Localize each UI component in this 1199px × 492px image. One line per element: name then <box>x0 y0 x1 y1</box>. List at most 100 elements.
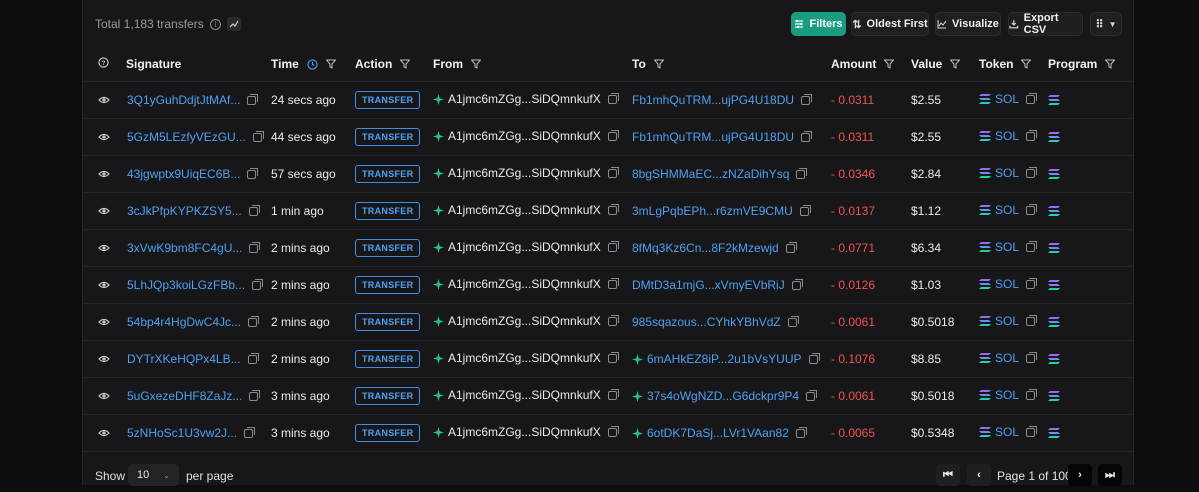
to-address[interactable]: 8bgSHMMaEC...zNZaDihYsq <box>632 167 789 181</box>
to-cell[interactable]: DMtD3a1mjG...xVmyEVbRiJ <box>632 278 803 292</box>
eye-icon[interactable] <box>98 242 110 254</box>
program-cell[interactable] <box>1048 354 1060 364</box>
copy-icon[interactable] <box>795 426 807 438</box>
filter-funnel-icon[interactable] <box>884 59 895 69</box>
from-cell[interactable]: A1jmc6mZGg...SiDQmnkufX <box>433 203 619 217</box>
signature-cell[interactable]: 3xVwK9bm8FC4gU... <box>127 241 261 255</box>
signature-cell[interactable]: 3cJkPfpKYPKZSY5... <box>127 204 260 218</box>
token-cell[interactable]: SOL <box>979 240 1038 254</box>
to-cell[interactable]: 6mAHkEZ8iP...2u1bVsYUUP <box>632 352 820 366</box>
program-cell[interactable] <box>1048 169 1060 179</box>
program-cell[interactable] <box>1048 132 1060 142</box>
token-symbol[interactable]: SOL <box>995 203 1019 217</box>
from-cell[interactable]: A1jmc6mZGg...SiDQmnkufX <box>433 351 619 365</box>
filter-funnel-icon[interactable] <box>400 59 411 69</box>
token-cell[interactable]: SOL <box>979 388 1038 402</box>
signature-cell[interactable]: 5GzM5LEzfyVEzGU... <box>127 130 264 144</box>
filter-funnel-icon[interactable] <box>950 59 961 69</box>
first-page-button[interactable]: ⏮ <box>936 464 960 486</box>
copy-icon[interactable] <box>252 278 264 290</box>
token-symbol[interactable]: SOL <box>995 314 1019 328</box>
signature-cell[interactable]: 43jgwptx9UiqEC6B... <box>127 167 259 181</box>
col-program[interactable]: Program <box>1048 57 1116 71</box>
to-address[interactable]: 37s4oWgNZD...G6dckpr9P4 <box>647 389 799 403</box>
copy-icon[interactable] <box>249 389 261 401</box>
signature-link[interactable]: 5GzM5LEzfyVEzGU... <box>127 130 246 144</box>
program-cell[interactable] <box>1048 391 1060 401</box>
token-cell[interactable]: SOL <box>979 92 1038 106</box>
to-address[interactable]: Fb1mhQuTRM...ujPG4U18DU <box>632 93 794 107</box>
token-symbol[interactable]: SOL <box>995 351 1019 365</box>
from-address[interactable]: A1jmc6mZGg...SiDQmnkufX <box>448 388 601 402</box>
from-cell[interactable]: A1jmc6mZGg...SiDQmnkufX <box>433 92 619 106</box>
filter-funnel-icon[interactable] <box>1021 59 1032 69</box>
col-to[interactable]: To <box>632 57 664 71</box>
copy-icon[interactable] <box>249 241 261 253</box>
copy-icon[interactable] <box>1026 203 1038 215</box>
to-address[interactable]: 3mLgPqbEPh...r6zmVE9CMU <box>632 204 793 218</box>
to-cell[interactable]: 3mLgPqbEPh...r6zmVE9CMU <box>632 204 811 218</box>
copy-icon[interactable] <box>247 167 259 179</box>
to-address[interactable]: DMtD3a1mjG...xVmyEVbRiJ <box>632 278 785 292</box>
copy-icon[interactable] <box>1026 388 1038 400</box>
copy-icon[interactable] <box>1026 277 1038 289</box>
copy-icon[interactable] <box>806 389 818 401</box>
from-cell[interactable]: A1jmc6mZGg...SiDQmnkufX <box>433 166 619 180</box>
columns-menu-button[interactable]: ⠿ ▼ <box>1090 12 1122 36</box>
token-symbol[interactable]: SOL <box>995 92 1019 106</box>
to-cell[interactable]: 985sqazous...CYhkYBhVdZ <box>632 315 799 329</box>
copy-icon[interactable] <box>787 315 799 327</box>
program-cell[interactable] <box>1048 317 1060 327</box>
info-icon[interactable]: i <box>209 18 221 30</box>
clock-icon[interactable] <box>307 58 318 70</box>
signature-link[interactable]: 5uGxezeDHF8ZaJz... <box>127 389 242 403</box>
copy-icon[interactable] <box>607 277 619 289</box>
token-symbol[interactable]: SOL <box>995 425 1019 439</box>
signature-cell[interactable]: 3Q1yGuhDdjtJtMAf... <box>127 93 259 107</box>
copy-icon[interactable] <box>607 314 619 326</box>
copy-icon[interactable] <box>607 203 619 215</box>
from-address[interactable]: A1jmc6mZGg...SiDQmnkufX <box>448 166 601 180</box>
from-cell[interactable]: A1jmc6mZGg...SiDQmnkufX <box>433 129 619 143</box>
token-symbol[interactable]: SOL <box>995 240 1019 254</box>
copy-icon[interactable] <box>607 129 619 141</box>
program-cell[interactable] <box>1048 280 1060 290</box>
token-cell[interactable]: SOL <box>979 314 1038 328</box>
from-address[interactable]: A1jmc6mZGg...SiDQmnkufX <box>448 277 601 291</box>
copy-icon[interactable] <box>244 426 256 438</box>
chart-toggle-icon[interactable] <box>226 17 241 31</box>
copy-icon[interactable] <box>607 166 619 178</box>
signature-cell[interactable]: DYTrXKeHQPx4LB... <box>127 352 259 366</box>
signature-link[interactable]: 5LhJQp3koiLGzFBb... <box>127 278 245 292</box>
to-cell[interactable]: 37s4oWgNZD...G6dckpr9P4 <box>632 389 818 403</box>
copy-icon[interactable] <box>1026 351 1038 363</box>
from-address[interactable]: A1jmc6mZGg...SiDQmnkufX <box>448 240 601 254</box>
copy-icon[interactable] <box>1026 129 1038 141</box>
signature-link[interactable]: 5zNHoSc1U3vw2J... <box>127 426 237 440</box>
from-cell[interactable]: A1jmc6mZGg...SiDQmnkufX <box>433 240 619 254</box>
to-cell[interactable]: Fb1mhQuTRM...ujPG4U18DU <box>632 130 813 144</box>
filter-funnel-icon[interactable] <box>1105 59 1116 69</box>
to-address[interactable]: 8fMq3Kz6Cn...8F2kMzewjd <box>632 241 779 255</box>
signature-link[interactable]: 54bp4r4HgDwC4Jc... <box>127 315 241 329</box>
filter-funnel-icon[interactable] <box>471 59 481 69</box>
eye-icon[interactable] <box>98 279 110 291</box>
copy-icon[interactable] <box>785 241 797 253</box>
copy-icon[interactable] <box>247 352 259 364</box>
next-page-button[interactable]: › <box>1068 464 1092 486</box>
token-symbol[interactable]: SOL <box>995 388 1019 402</box>
from-address[interactable]: A1jmc6mZGg...SiDQmnkufX <box>448 92 601 106</box>
filters-button[interactable]: Filters <box>791 12 846 36</box>
copy-icon[interactable] <box>607 388 619 400</box>
copy-icon[interactable] <box>1026 314 1038 326</box>
to-address[interactable]: Fb1mhQuTRM...ujPG4U18DU <box>632 130 794 144</box>
eye-icon[interactable] <box>98 353 110 365</box>
col-action[interactable]: Action <box>355 57 411 71</box>
help-icon[interactable]: ? <box>98 57 109 68</box>
copy-icon[interactable] <box>1026 425 1038 437</box>
copy-icon[interactable] <box>1026 166 1038 178</box>
from-cell[interactable]: A1jmc6mZGg...SiDQmnkufX <box>433 425 619 439</box>
program-cell[interactable] <box>1048 428 1060 438</box>
copy-icon[interactable] <box>1026 240 1038 252</box>
sort-button[interactable]: ⇅ Oldest First <box>851 12 929 36</box>
